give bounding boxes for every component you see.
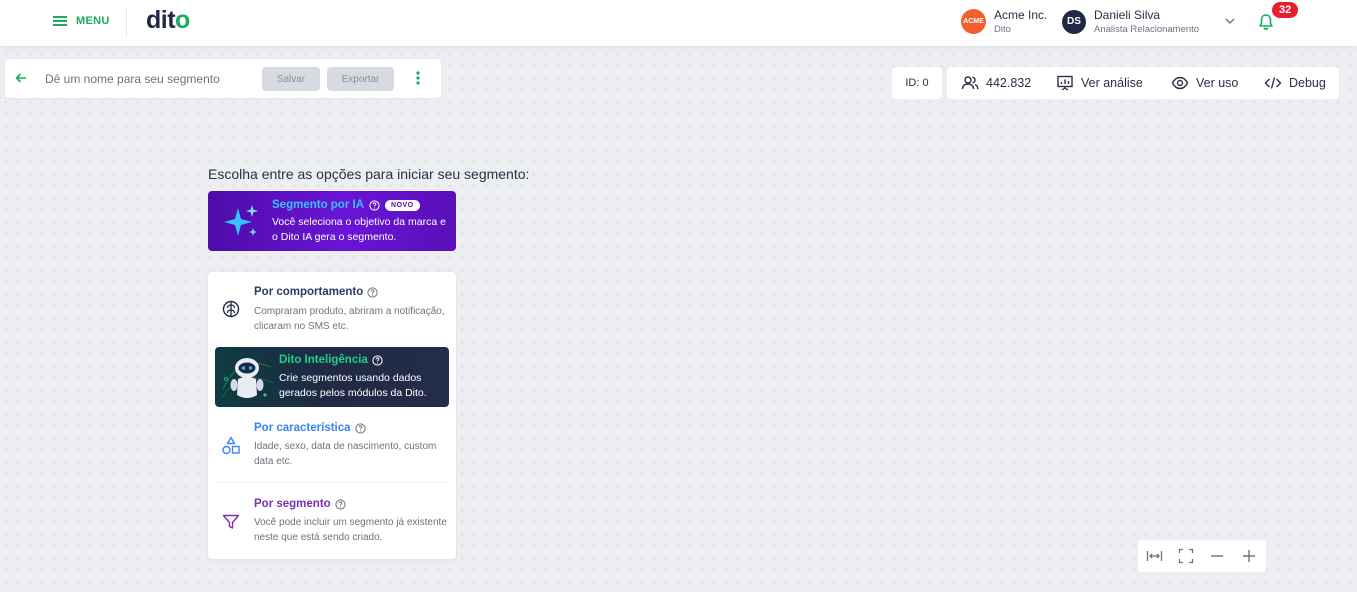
dito-logo[interactable]: dito <box>146 6 190 35</box>
help-circle-icon[interactable] <box>367 286 378 298</box>
option-segment-title-row: Por segmento <box>254 498 346 510</box>
logo-text: dit <box>146 6 176 34</box>
company-avatar: ACME <box>961 9 986 34</box>
option-divider <box>216 482 448 483</box>
segment-name-input[interactable] <box>45 69 250 89</box>
users-icon <box>961 76 979 90</box>
robot-icon <box>220 358 274 400</box>
option-dito-intelligence[interactable]: Dito Inteligência Crie segmentos usando … <box>215 347 449 407</box>
help-circle-icon[interactable] <box>372 354 383 366</box>
option-characteristic-title: Por característica <box>254 422 351 434</box>
hamburger-icon <box>53 16 67 26</box>
brain-icon <box>222 300 240 318</box>
start-options-prompt: Escolha entre as opções para iniciar seu… <box>208 166 530 182</box>
company-sub: Dito <box>994 24 1011 35</box>
header-divider <box>126 9 127 37</box>
new-badge: NOVO <box>385 199 420 211</box>
option-dito-intelligence-description: Crie segmentos usando dados gerados pelo… <box>279 372 427 399</box>
ai-segment-title: Segmento por IA <box>272 199 365 211</box>
chevron-down-icon[interactable] <box>1224 15 1236 27</box>
option-segment[interactable]: Por segmento Você pode incluir um segmen… <box>208 484 456 556</box>
option-behavior-title-row: Por comportamento <box>254 286 378 298</box>
help-circle-icon[interactable] <box>354 422 366 434</box>
notification-count-badge[interactable]: 32 <box>1272 2 1299 18</box>
bell-icon[interactable] <box>1257 13 1275 31</box>
option-segment-title: Por segmento <box>254 498 331 510</box>
help-circle-icon[interactable] <box>335 498 346 510</box>
view-analysis-button[interactable]: Ver análise <box>1056 75 1143 91</box>
more-vertical-icon[interactable] <box>414 70 422 86</box>
arrow-left-icon[interactable] <box>15 72 27 84</box>
menu-label: MENU <box>76 15 110 27</box>
company-name: Acme Inc. <box>994 8 1048 22</box>
option-behavior-title: Por comportamento <box>254 286 364 298</box>
eye-icon <box>1171 76 1189 90</box>
option-characteristic-description: Idade, sexo, data de nascimento, custom … <box>254 441 437 467</box>
shapes-icon <box>222 436 240 455</box>
export-button[interactable]: Exportar <box>327 67 394 91</box>
view-usage-button[interactable]: Ver uso <box>1171 75 1238 91</box>
ai-segment-card[interactable]: Segmento por IA NOVO Você seleciona o ob… <box>208 191 456 251</box>
option-dito-intelligence-title-row: Dito Inteligência <box>279 354 383 366</box>
debug-label: Debug <box>1289 76 1326 90</box>
menu-button[interactable]: MENU <box>52 14 110 28</box>
option-dito-intelligence-title: Dito Inteligência <box>279 354 368 366</box>
option-behavior[interactable]: Por comportamento Compraram produto, abr… <box>208 272 456 344</box>
segment-options-list: Por comportamento Compraram produto, abr… <box>208 272 456 559</box>
audience-count-value: 442.832 <box>986 76 1032 90</box>
fullscreen-icon[interactable] <box>1178 548 1194 564</box>
zoom-out-icon[interactable] <box>1209 548 1225 564</box>
option-characteristic[interactable]: Por característica Idade, sexo, data de … <box>208 412 456 482</box>
view-analysis-label: Ver análise <box>1081 76 1143 90</box>
segment-toolbar: 442.832 Ver análise Ver uso Debug <box>947 67 1339 99</box>
avatar: DS <box>1062 9 1086 34</box>
logo-suffix: o <box>175 6 190 34</box>
option-segment-description: Você pode incluir um segmento já existen… <box>254 517 447 543</box>
company-switcher[interactable]: ACME Acme Inc. Dito <box>961 8 1047 35</box>
filter-icon <box>222 514 240 529</box>
view-usage-label: Ver uso <box>1196 76 1239 90</box>
canvas-zoom-controls <box>1138 540 1266 572</box>
user-role: Analista Relacionamento <box>1094 24 1200 35</box>
debug-button[interactable]: Debug <box>1264 75 1326 91</box>
user-name: Danieli Silva <box>1094 8 1161 22</box>
sparkles-icon <box>224 205 258 236</box>
zoom-in-icon[interactable] <box>1241 548 1257 564</box>
help-circle-icon[interactable] <box>369 199 380 211</box>
audience-count[interactable]: 442.832 <box>961 75 1031 91</box>
presentation-chart-icon <box>1057 75 1073 91</box>
segment-name-bar: Salvar Exportar <box>5 59 441 98</box>
fit-width-icon[interactable] <box>1146 548 1163 564</box>
segment-id: ID: 0 <box>892 67 942 99</box>
ai-segment-title-row: Segmento por IA NOVO <box>272 199 420 211</box>
user-menu[interactable]: DS Danieli Silva Analista Relacionamento <box>1062 8 1199 35</box>
option-characteristic-title-row: Por característica <box>254 422 366 434</box>
top-header: MENU dito ACME Acme Inc. Dito DS Danieli… <box>0 0 1357 46</box>
option-behavior-description: Compraram produto, abriram a notificação… <box>254 306 445 332</box>
save-button[interactable]: Salvar <box>262 67 320 91</box>
ai-segment-description: Você seleciona o objetivo da marca e o D… <box>272 216 446 243</box>
code-icon <box>1264 77 1282 89</box>
